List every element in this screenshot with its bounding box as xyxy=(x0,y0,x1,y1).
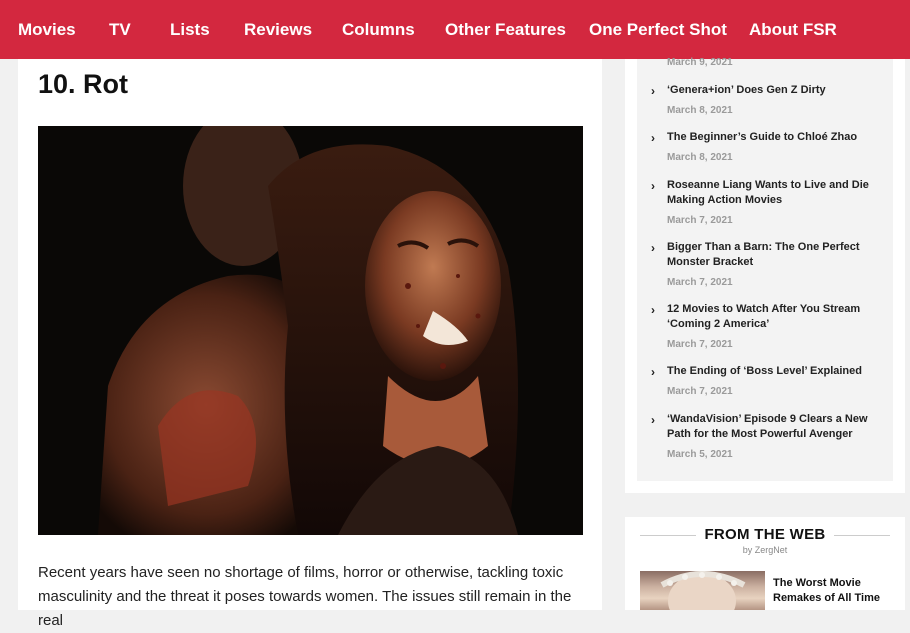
post-date: March 8, 2021 xyxy=(667,105,733,116)
nav-other-features[interactable]: Other Features xyxy=(445,20,566,40)
promo-thumbnail-illustration xyxy=(660,571,746,610)
nav-tv[interactable]: TV xyxy=(109,20,131,40)
post-title-link[interactable]: Bigger Than a Barn: The One Perfect Mons… xyxy=(667,240,881,270)
chevron-right-icon: › xyxy=(651,365,655,379)
top-navigation: Movies TV Lists Reviews Columns Other Fe… xyxy=(0,0,910,59)
chevron-right-icon: › xyxy=(651,241,655,255)
post-date: March 5, 2021 xyxy=(667,449,733,460)
nav-columns[interactable]: Columns xyxy=(342,20,415,40)
zergnet-credit: by ZergNet xyxy=(742,545,788,555)
nav-reviews[interactable]: Reviews xyxy=(244,20,312,40)
post-title-link[interactable]: ‘Genera+ion’ Does Gen Z Dirty xyxy=(667,83,881,98)
film-still-image xyxy=(38,126,583,535)
post-title-link[interactable]: The Ending of ‘Boss Level’ Explained xyxy=(667,364,881,379)
promo-thumbnail[interactable] xyxy=(640,571,765,610)
nav-about-fsr[interactable]: About FSR xyxy=(749,20,837,40)
article: 10. Rot Recent years have seen no shorta… xyxy=(18,59,602,629)
promo-title-link[interactable]: The Worst Movie Remakes of All Time xyxy=(773,576,893,606)
chevron-right-icon: › xyxy=(651,413,655,427)
post-date: March 7, 2021 xyxy=(667,215,733,226)
article-section-heading: 10. Rot xyxy=(38,69,129,99)
nav-movies[interactable]: Movies xyxy=(18,20,76,40)
nav-lists[interactable]: Lists xyxy=(170,20,210,40)
nav-one-perfect-shot[interactable]: One Perfect Shot xyxy=(589,20,727,40)
post-date: March 7, 2021 xyxy=(667,277,733,288)
post-date: March 7, 2021 xyxy=(667,386,733,397)
post-title-link[interactable]: Roseanne Liang Wants to Live and Die Mak… xyxy=(667,178,881,208)
post-title-link[interactable]: The Beginner’s Guide to Chloé Zhao xyxy=(667,130,881,145)
post-title-link[interactable]: 12 Movies to Watch After You Stream ‘Com… xyxy=(667,302,881,332)
from-the-web-heading: FROM THE WEB xyxy=(704,526,826,543)
chevron-right-icon: › xyxy=(651,303,655,317)
recent-posts-list: March 9, 2021 › ‘Genera+ion’ Does Gen Z … xyxy=(637,57,893,481)
from-the-web-widget: FROM THE WEB by ZergNet The Worst Movie … xyxy=(625,517,905,610)
chevron-right-icon: › xyxy=(651,84,655,98)
film-still-illustration xyxy=(38,126,583,535)
post-date: March 8, 2021 xyxy=(667,152,733,163)
chevron-right-icon: › xyxy=(651,179,655,193)
article-body-text: Recent years have seen no shortage of fi… xyxy=(38,564,572,629)
recent-posts-widget: March 9, 2021 › ‘Genera+ion’ Does Gen Z … xyxy=(625,57,905,493)
chevron-right-icon: › xyxy=(651,131,655,145)
post-date: March 7, 2021 xyxy=(667,339,733,350)
post-title-link[interactable]: ‘WandaVision’ Episode 9 Clears a New Pat… xyxy=(667,412,881,442)
post-date: March 9, 2021 xyxy=(667,57,733,68)
